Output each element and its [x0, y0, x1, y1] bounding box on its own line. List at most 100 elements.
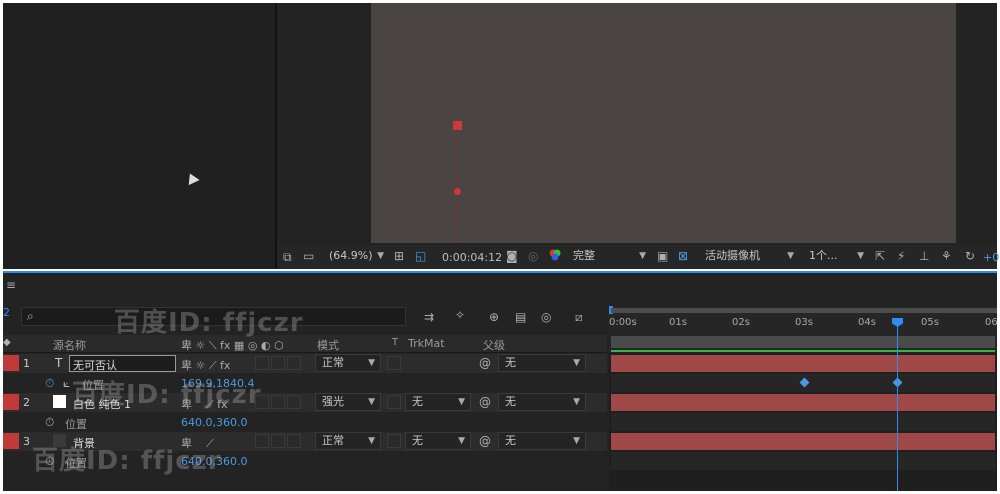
trkmat-value: 无: [412, 395, 423, 408]
parent-value: 无: [505, 395, 516, 408]
layer-bar-2[interactable]: [611, 394, 995, 411]
layer-bar-3[interactable]: [611, 433, 995, 450]
comp-number-marker: 2: [3, 306, 10, 319]
ruler-tick-3: 03s: [795, 317, 813, 328]
pickwhip-icon[interactable]: @: [479, 434, 491, 448]
switch-box[interactable]: [271, 356, 285, 370]
current-time-indicator[interactable]: [897, 318, 898, 491]
preserve-transparency-checkbox[interactable]: [387, 356, 401, 370]
parent-dropdown[interactable]: 无 ▼: [498, 393, 586, 411]
motion-path: [457, 131, 458, 243]
layer-number: 2: [23, 396, 30, 409]
col-trkmat[interactable]: TrkMat: [408, 337, 445, 350]
pickwhip-icon[interactable]: @: [479, 356, 491, 370]
layer-label-color[interactable]: [3, 394, 19, 410]
rgb-icon[interactable]: [548, 248, 562, 265]
transparency-grid-icon[interactable]: ⊠: [678, 249, 688, 263]
layer-label-color[interactable]: [3, 433, 19, 449]
property-row[interactable]: ⏱ 位置 640.0,360.0: [3, 413, 607, 432]
reset-exposure-icon[interactable]: ↻: [965, 249, 975, 263]
zoom-value: (64.9%): [329, 249, 373, 262]
stopwatch-icon[interactable]: ⏱: [45, 376, 54, 390]
flowchart-icon[interactable]: ⚘: [941, 249, 952, 263]
snapshot-show-icon[interactable]: ⧉: [283, 250, 292, 264]
anchor-keyframe-square[interactable]: [453, 121, 462, 130]
views-value: 1个...: [809, 249, 838, 262]
draft-3d-icon[interactable]: ✧: [455, 308, 465, 322]
layer-label-color[interactable]: [3, 355, 19, 371]
col-mode[interactable]: 模式: [317, 337, 339, 353]
switch-box[interactable]: [255, 434, 269, 448]
project-panel: [3, 3, 275, 269]
views-dropdown[interactable]: 1个... ▼: [803, 248, 869, 266]
region-icon[interactable]: ◱: [415, 249, 426, 263]
resolution-dropdown[interactable]: 完整 ▼: [567, 248, 651, 266]
watermark: 百度ID: ffjczr: [114, 308, 304, 338]
ruler-tick-5: 05s: [921, 317, 939, 328]
toggle-pixel-icon[interactable]: ⇱: [875, 249, 885, 263]
property-value[interactable]: 640.0,360.0: [181, 416, 247, 429]
switches-header: 卑 ☼ ⟍ fx ▦ ◎ ◐ ⬡: [181, 339, 284, 352]
mode-value: 正常: [322, 356, 344, 369]
switch-box[interactable]: [287, 356, 301, 370]
parent-dropdown[interactable]: 无 ▼: [498, 432, 586, 450]
mode-dropdown[interactable]: 正常 ▼: [315, 432, 381, 450]
layer-name: 无可否认: [73, 359, 117, 372]
exposure-value[interactable]: +0: [983, 251, 999, 264]
col-source-name[interactable]: 源名称: [53, 337, 86, 353]
pickwhip-icon[interactable]: @: [479, 395, 491, 409]
comp-flowchart-icon[interactable]: ⇉: [424, 310, 434, 324]
trkmat-dropdown[interactable]: 无 ▼: [405, 432, 471, 450]
switch-box[interactable]: [255, 356, 269, 370]
ruler-tick-0: 0:00s: [609, 317, 637, 328]
preserve-transparency-checkbox[interactable]: [387, 434, 401, 448]
mode-dropdown[interactable]: 正常 ▼: [315, 354, 381, 372]
camera-icon[interactable]: ◙: [506, 249, 518, 263]
property-track-3: [611, 452, 995, 470]
panel-menu-icon[interactable]: ≡: [6, 278, 16, 292]
col-t[interactable]: T: [392, 337, 398, 348]
frame-blend-icon[interactable]: ▤: [515, 310, 526, 324]
stopwatch-icon[interactable]: ⏱: [45, 415, 54, 429]
layer-switches[interactable]: 卑 ☼ ⟋ fx: [181, 357, 230, 373]
color-channels-icon[interactable]: ◎: [528, 249, 538, 263]
navigator-bar[interactable]: [611, 308, 997, 313]
monitor-icon[interactable]: ▭: [303, 249, 314, 263]
fit-icon[interactable]: ⊞: [394, 249, 404, 263]
layer-number: 3: [23, 435, 30, 448]
trkmat-dropdown[interactable]: 无 ▼: [405, 393, 471, 411]
preserve-transparency-checkbox[interactable]: [387, 395, 401, 409]
layer-name-input[interactable]: 无可否认: [69, 355, 176, 372]
zoom-dropdown[interactable]: (64.9%) ▼: [323, 248, 389, 266]
layer-bar-1[interactable]: [611, 355, 995, 372]
resolution-value: 完整: [573, 249, 595, 262]
work-area-bar[interactable]: [611, 336, 995, 348]
parent-value: 无: [505, 356, 516, 369]
graph-editor-icon[interactable]: ⧄: [575, 310, 583, 324]
path-keyframe-dot[interactable]: [454, 188, 461, 195]
roi-icon[interactable]: ▣: [657, 249, 668, 263]
viewer-toolbar: ⧉ ▭ (64.9%) ▼ ⊞ ◱ 0:00:04:12 ◙ ◎ 完整 ▼ ▣ ⊠ …: [277, 245, 999, 269]
ruler-tick-4: 04s: [858, 317, 876, 328]
layer-row-1[interactable]: 1 T 无可否认 卑 ☼ ⟋ fx 正常 ▼ @ 无 ▼: [3, 354, 607, 373]
mode-dropdown[interactable]: 强光 ▼: [315, 393, 381, 411]
switch-box[interactable]: [287, 434, 301, 448]
fast-preview-icon[interactable]: ⚡: [897, 249, 905, 263]
switch-box[interactable]: [287, 395, 301, 409]
col-parent[interactable]: 父级: [483, 337, 505, 353]
timecode[interactable]: 0:00:04:12: [442, 251, 502, 264]
ruler-tick-1: 01s: [669, 317, 687, 328]
camera-dropdown[interactable]: 活动摄像机 ▼: [699, 248, 799, 266]
watermark: 百度ID: ffjczr: [32, 446, 222, 476]
camera-value: 活动摄像机: [705, 249, 760, 262]
parent-dropdown[interactable]: 无 ▼: [498, 354, 586, 372]
switch-box[interactable]: [271, 434, 285, 448]
shy-icon[interactable]: ⊕: [489, 310, 499, 324]
time-ruler[interactable]: 0:00s 01s 02s 03s 04s 05s 06: [609, 306, 998, 352]
mode-value: 强光: [322, 395, 344, 408]
motion-blur-icon[interactable]: ◎: [541, 310, 551, 324]
timeline-icon[interactable]: ⊥: [919, 249, 929, 263]
layer-number: 1: [23, 357, 30, 370]
graph-icon[interactable]: ⟀: [63, 376, 70, 390]
switch-box[interactable]: [271, 395, 285, 409]
